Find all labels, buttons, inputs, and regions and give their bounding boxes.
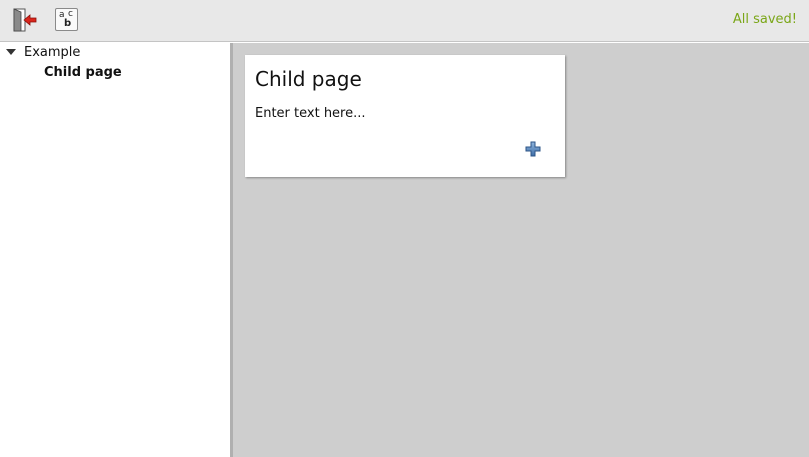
toolbar: a c b All saved! xyxy=(0,0,809,42)
page-card: Child page Enter text here... xyxy=(245,55,565,177)
spellcheck-glyph-b: b xyxy=(64,18,72,29)
tree-item-child-page[interactable]: Child page xyxy=(44,65,122,80)
page-title[interactable]: Child page xyxy=(255,67,362,91)
page-text-area[interactable]: Enter text here... xyxy=(255,106,366,121)
expand-arrow-icon[interactable] xyxy=(6,48,16,55)
tree-item-label: Example xyxy=(24,45,81,60)
exit-door-icon xyxy=(13,8,37,32)
tree-item-example[interactable]: Example xyxy=(6,45,80,63)
save-status: All saved! xyxy=(732,12,797,27)
exit-button[interactable] xyxy=(12,8,37,32)
add-button[interactable] xyxy=(525,141,541,157)
workspace: Child page Enter text here... xyxy=(233,43,809,457)
spellcheck-button[interactable]: a c b xyxy=(55,8,78,31)
sidebar: Example Child page xyxy=(0,43,230,457)
plus-icon xyxy=(525,141,541,157)
